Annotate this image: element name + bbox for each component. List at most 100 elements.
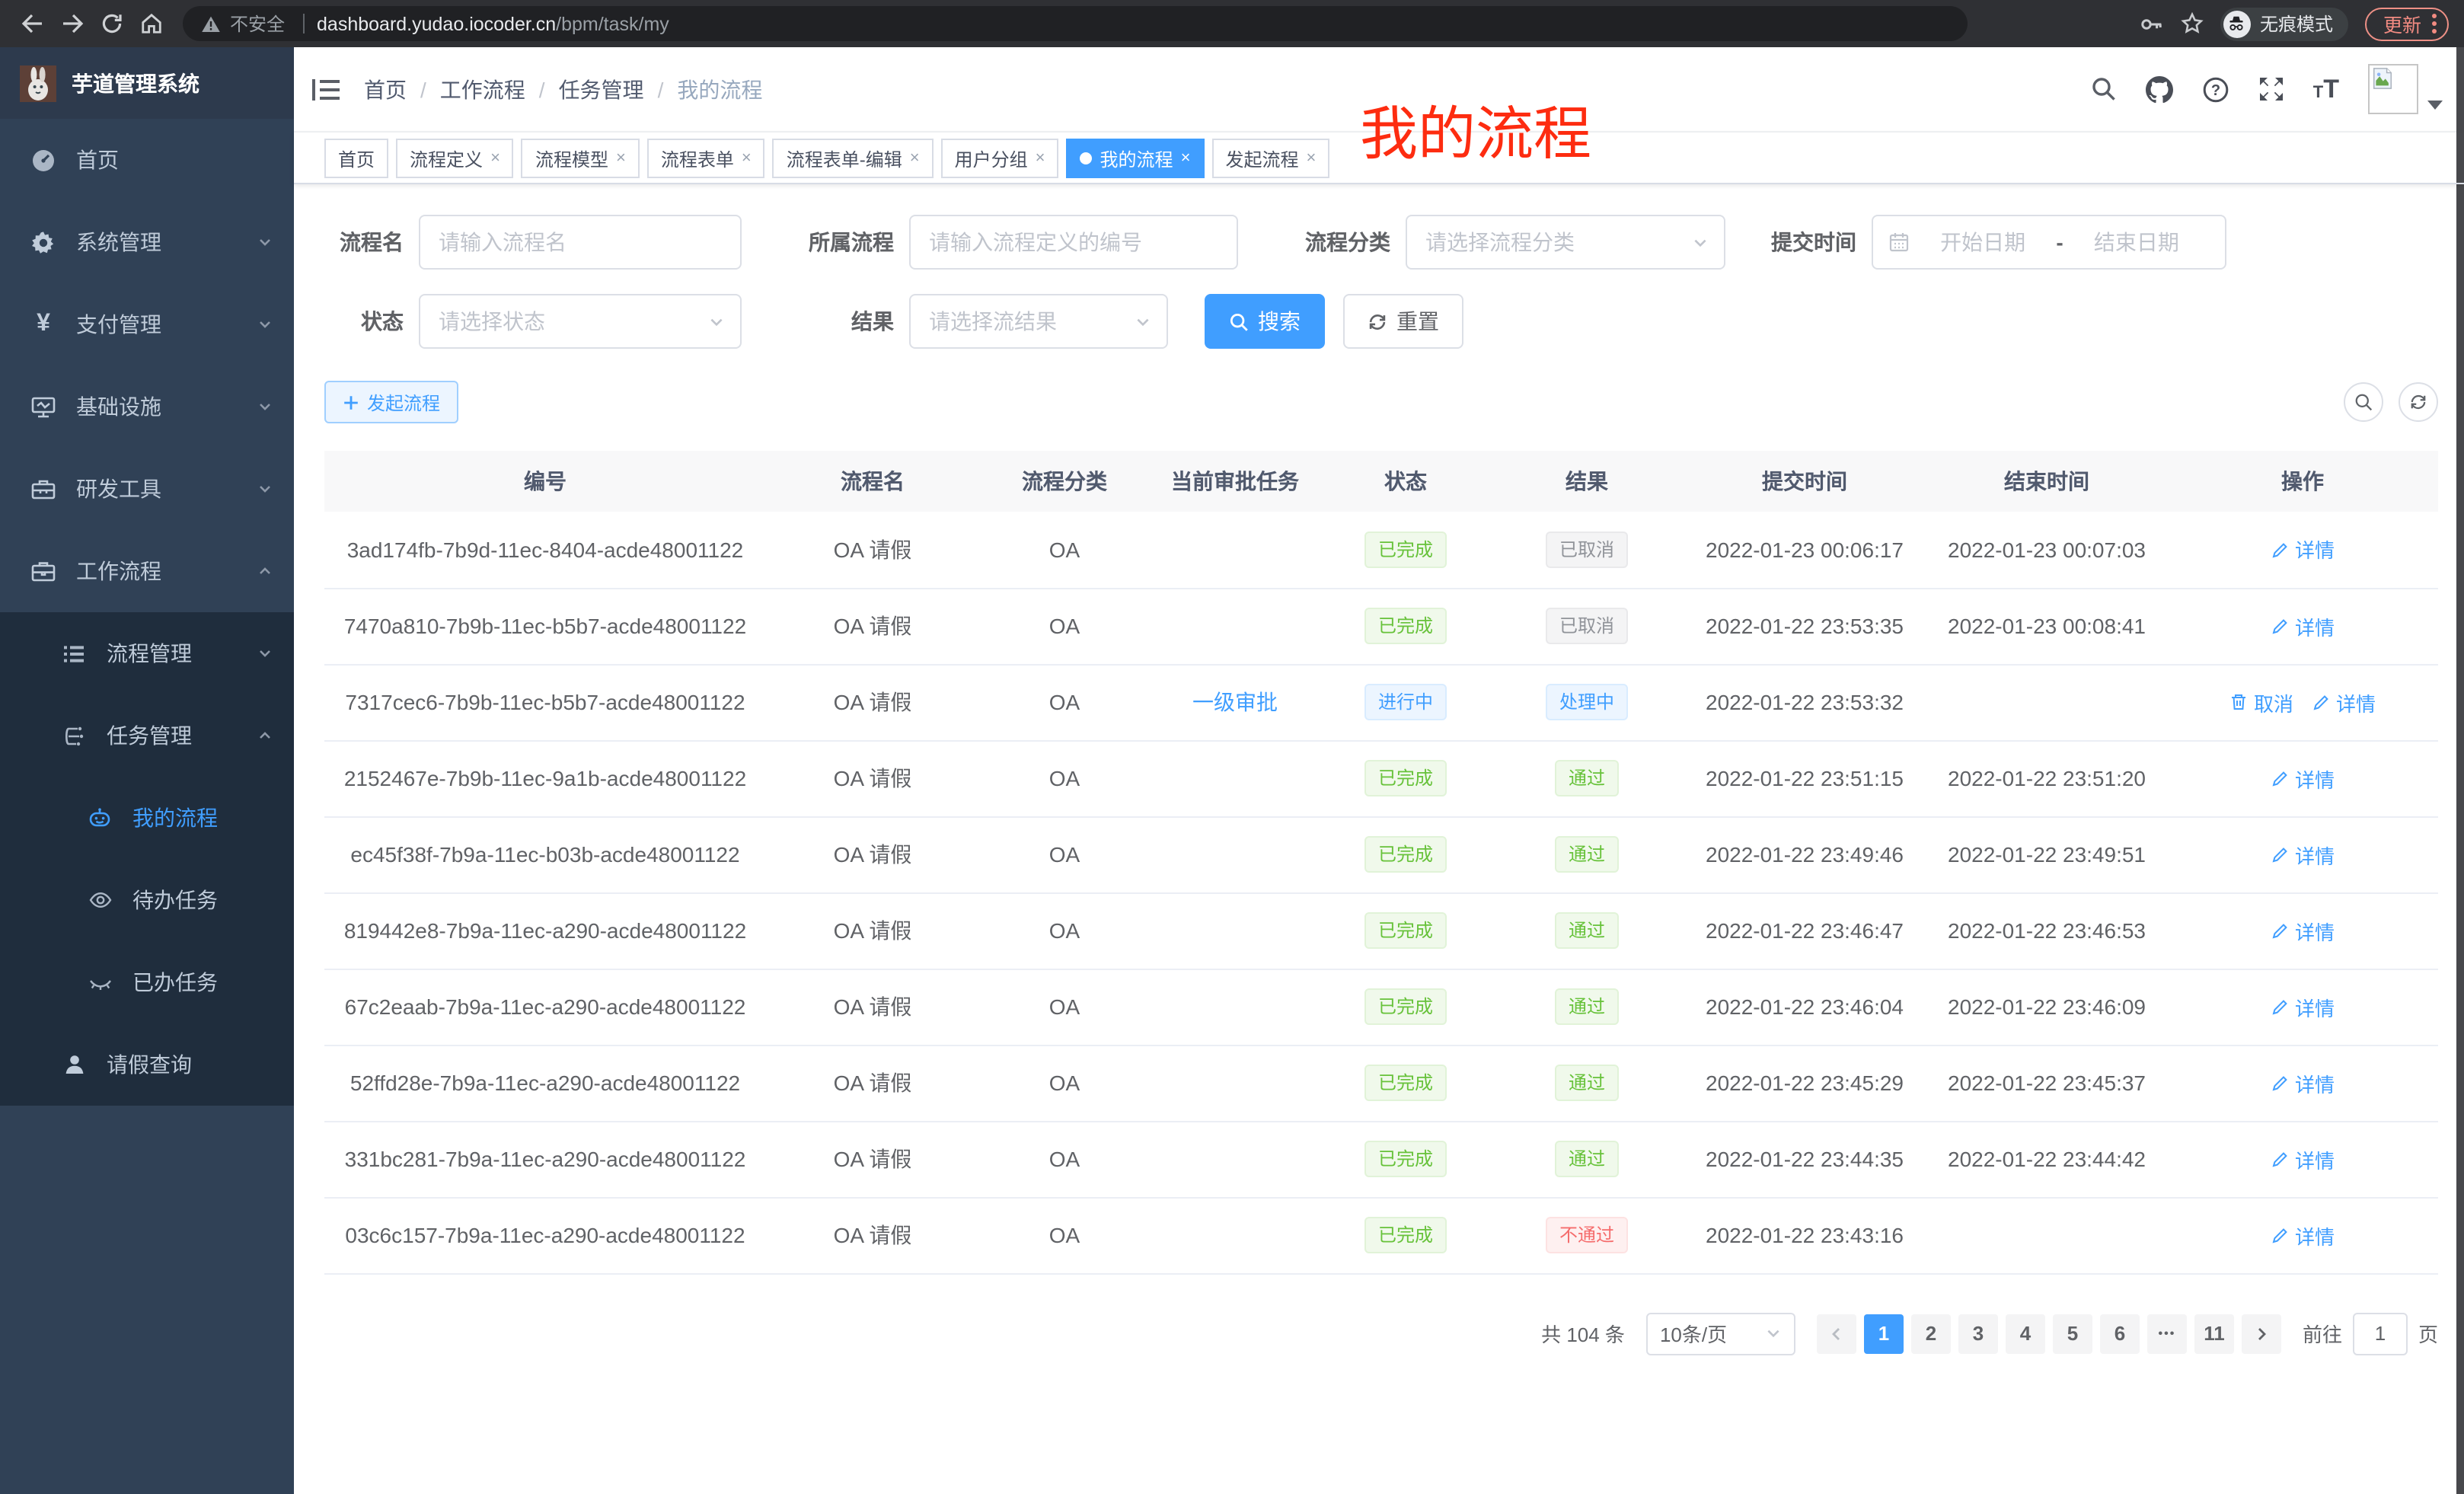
- tab-process-model[interactable]: 流程模型×: [522, 139, 640, 178]
- start-date-placeholder[interactable]: 开始日期: [1910, 227, 2056, 257]
- sidebar-item-todo-tasks[interactable]: 待办任务: [0, 859, 294, 941]
- reset-button[interactable]: 重置: [1343, 294, 1463, 349]
- sidebar-item-home[interactable]: 首页: [0, 119, 294, 201]
- more-pages-button[interactable]: •••: [2147, 1314, 2187, 1353]
- table-toolbar: 发起流程: [324, 381, 2438, 423]
- close-tab-icon[interactable]: ×: [490, 149, 500, 168]
- page-size-select[interactable]: 10条/页: [1646, 1312, 1795, 1355]
- font-size-icon[interactable]: TT: [2313, 76, 2339, 102]
- close-tab-icon[interactable]: ×: [616, 149, 626, 168]
- category-select[interactable]: 请选择流程分类: [1406, 215, 1725, 270]
- close-tab-icon[interactable]: ×: [1036, 149, 1045, 168]
- detail-link[interactable]: 详情: [2271, 992, 2335, 1021]
- breadcrumb-task-mgmt[interactable]: 任务管理: [559, 74, 678, 104]
- search-button[interactable]: 搜索: [1205, 294, 1325, 349]
- tab-start-process[interactable]: 发起流程×: [1211, 139, 1329, 178]
- breadcrumb-home[interactable]: 首页: [364, 74, 440, 104]
- bookmark-star-icon[interactable]: [2181, 12, 2204, 35]
- detail-link[interactable]: 详情: [2271, 611, 2335, 640]
- definition-input[interactable]: [909, 215, 1238, 270]
- detail-link[interactable]: 详情: [2271, 840, 2335, 869]
- address-bar[interactable]: 不安全 dashboard.yudao.iocoder.cn/bpm/task/…: [183, 6, 1968, 41]
- tab-process-definition[interactable]: 流程定义×: [396, 139, 514, 178]
- start-process-button[interactable]: 发起流程: [324, 381, 458, 423]
- breadcrumb-workflow[interactable]: 工作流程: [440, 74, 559, 104]
- help-icon[interactable]: ?: [2202, 75, 2229, 103]
- page-button[interactable]: 5: [2053, 1314, 2092, 1353]
- reload-icon[interactable]: [94, 7, 128, 40]
- browser-menu-icon[interactable]: [2432, 14, 2437, 34]
- result-select[interactable]: 请选择流结果: [909, 294, 1168, 349]
- process-name-input[interactable]: [419, 215, 742, 270]
- detail-link[interactable]: 详情: [2271, 764, 2335, 793]
- close-tab-icon[interactable]: ×: [1306, 149, 1316, 168]
- avatar[interactable]: [2368, 64, 2418, 114]
- sidebar-item-system[interactable]: 系统管理: [0, 201, 294, 283]
- col-status: 状态: [1320, 451, 1491, 512]
- detail-link[interactable]: 详情: [2271, 1221, 2335, 1250]
- prev-page-button[interactable]: [1817, 1314, 1856, 1353]
- sidebar-item-done-tasks[interactable]: 已办任务: [0, 941, 294, 1023]
- tab-user-group[interactable]: 用户分组×: [941, 139, 1059, 178]
- show-search-button[interactable]: [2344, 382, 2383, 422]
- close-tab-icon[interactable]: ×: [910, 149, 920, 168]
- sidebar-item-leave-query[interactable]: 请假查询: [0, 1023, 294, 1106]
- tab-my-process[interactable]: 我的流程×: [1067, 139, 1205, 178]
- page-button[interactable]: 3: [1958, 1314, 1998, 1353]
- security-label[interactable]: 不安全: [230, 11, 285, 37]
- home-icon[interactable]: [134, 7, 168, 40]
- sidebar-item-my-process[interactable]: 我的流程: [0, 777, 294, 859]
- sidebar-item-devtools[interactable]: 研发工具: [0, 448, 294, 530]
- detail-link[interactable]: 详情: [2271, 916, 2335, 945]
- result-badge: 通过: [1555, 912, 1619, 949]
- page-button[interactable]: 2: [1911, 1314, 1951, 1353]
- result-label: 结果: [778, 306, 894, 337]
- tab-home[interactable]: 首页: [324, 139, 388, 178]
- update-label[interactable]: 更新: [2383, 9, 2421, 38]
- fullscreen-icon[interactable]: [2258, 76, 2284, 102]
- detail-link[interactable]: 详情: [2271, 535, 2335, 564]
- sidebar-item-process-mgmt[interactable]: 流程管理: [0, 612, 294, 694]
- table-row: 67c2eaab-7b9a-11ec-a290-acde48001122 OA …: [324, 969, 2438, 1045]
- cancel-link[interactable]: 取消: [2229, 688, 2293, 717]
- password-key-icon[interactable]: [2140, 13, 2164, 34]
- table-row: 331bc281-7b9a-11ec-a290-acde48001122 OA …: [324, 1121, 2438, 1197]
- sidebar-item-workflow[interactable]: 工作流程: [0, 530, 294, 612]
- current-task-link[interactable]: 一级审批: [1192, 690, 1278, 714]
- page-button[interactable]: 11: [2194, 1314, 2234, 1353]
- status-select[interactable]: 请选择状态: [419, 294, 742, 349]
- detail-link[interactable]: 详情: [2271, 1068, 2335, 1097]
- detail-link[interactable]: 详情: [2271, 1144, 2335, 1173]
- page-button[interactable]: 6: [2100, 1314, 2140, 1353]
- refresh-table-button[interactable]: [2399, 382, 2438, 422]
- back-icon[interactable]: [15, 7, 49, 40]
- detail-link[interactable]: 详情: [2312, 688, 2376, 717]
- forward-icon[interactable]: [55, 7, 88, 40]
- briefcase-icon: [30, 558, 56, 584]
- user-menu[interactable]: [2368, 64, 2443, 114]
- github-icon[interactable]: [2146, 75, 2173, 103]
- goto-page-input[interactable]: [2353, 1312, 2408, 1355]
- next-page-button[interactable]: [2242, 1314, 2281, 1353]
- page-button[interactable]: 4: [2006, 1314, 2045, 1353]
- tab-process-form-edit[interactable]: 流程表单-编辑×: [773, 139, 934, 178]
- sidebar-item-payment[interactable]: ¥ 支付管理: [0, 283, 294, 366]
- sidebar-item-task-mgmt[interactable]: 任务管理: [0, 694, 294, 777]
- table-row: 52ffd28e-7b9a-11ec-a290-acde48001122 OA …: [324, 1045, 2438, 1121]
- close-tab-icon[interactable]: ×: [1181, 149, 1191, 168]
- page-scrollbar[interactable]: [2456, 47, 2464, 1494]
- date-range-picker[interactable]: 开始日期 - 结束日期: [1872, 215, 2226, 270]
- update-button[interactable]: 更新: [2365, 7, 2449, 40]
- page-button[interactable]: 1: [1864, 1314, 1904, 1353]
- toolbox-icon: [30, 476, 56, 502]
- status-label: 状态: [324, 306, 404, 337]
- caret-down-icon: [2427, 101, 2443, 110]
- collapse-sidebar-icon[interactable]: [312, 77, 340, 101]
- sidebar-item-infra[interactable]: 基础设施: [0, 366, 294, 448]
- process-table: 编号 流程名 流程分类 当前审批任务 状态 结果 提交时间 结束时间 操作: [324, 451, 2438, 1274]
- end-date-placeholder[interactable]: 结束日期: [2063, 227, 2210, 257]
- tab-process-form[interactable]: 流程表单×: [647, 139, 765, 178]
- red-annotation: 我的流程: [1360, 87, 1591, 171]
- close-tab-icon[interactable]: ×: [742, 149, 752, 168]
- search-icon[interactable]: [2091, 76, 2117, 102]
